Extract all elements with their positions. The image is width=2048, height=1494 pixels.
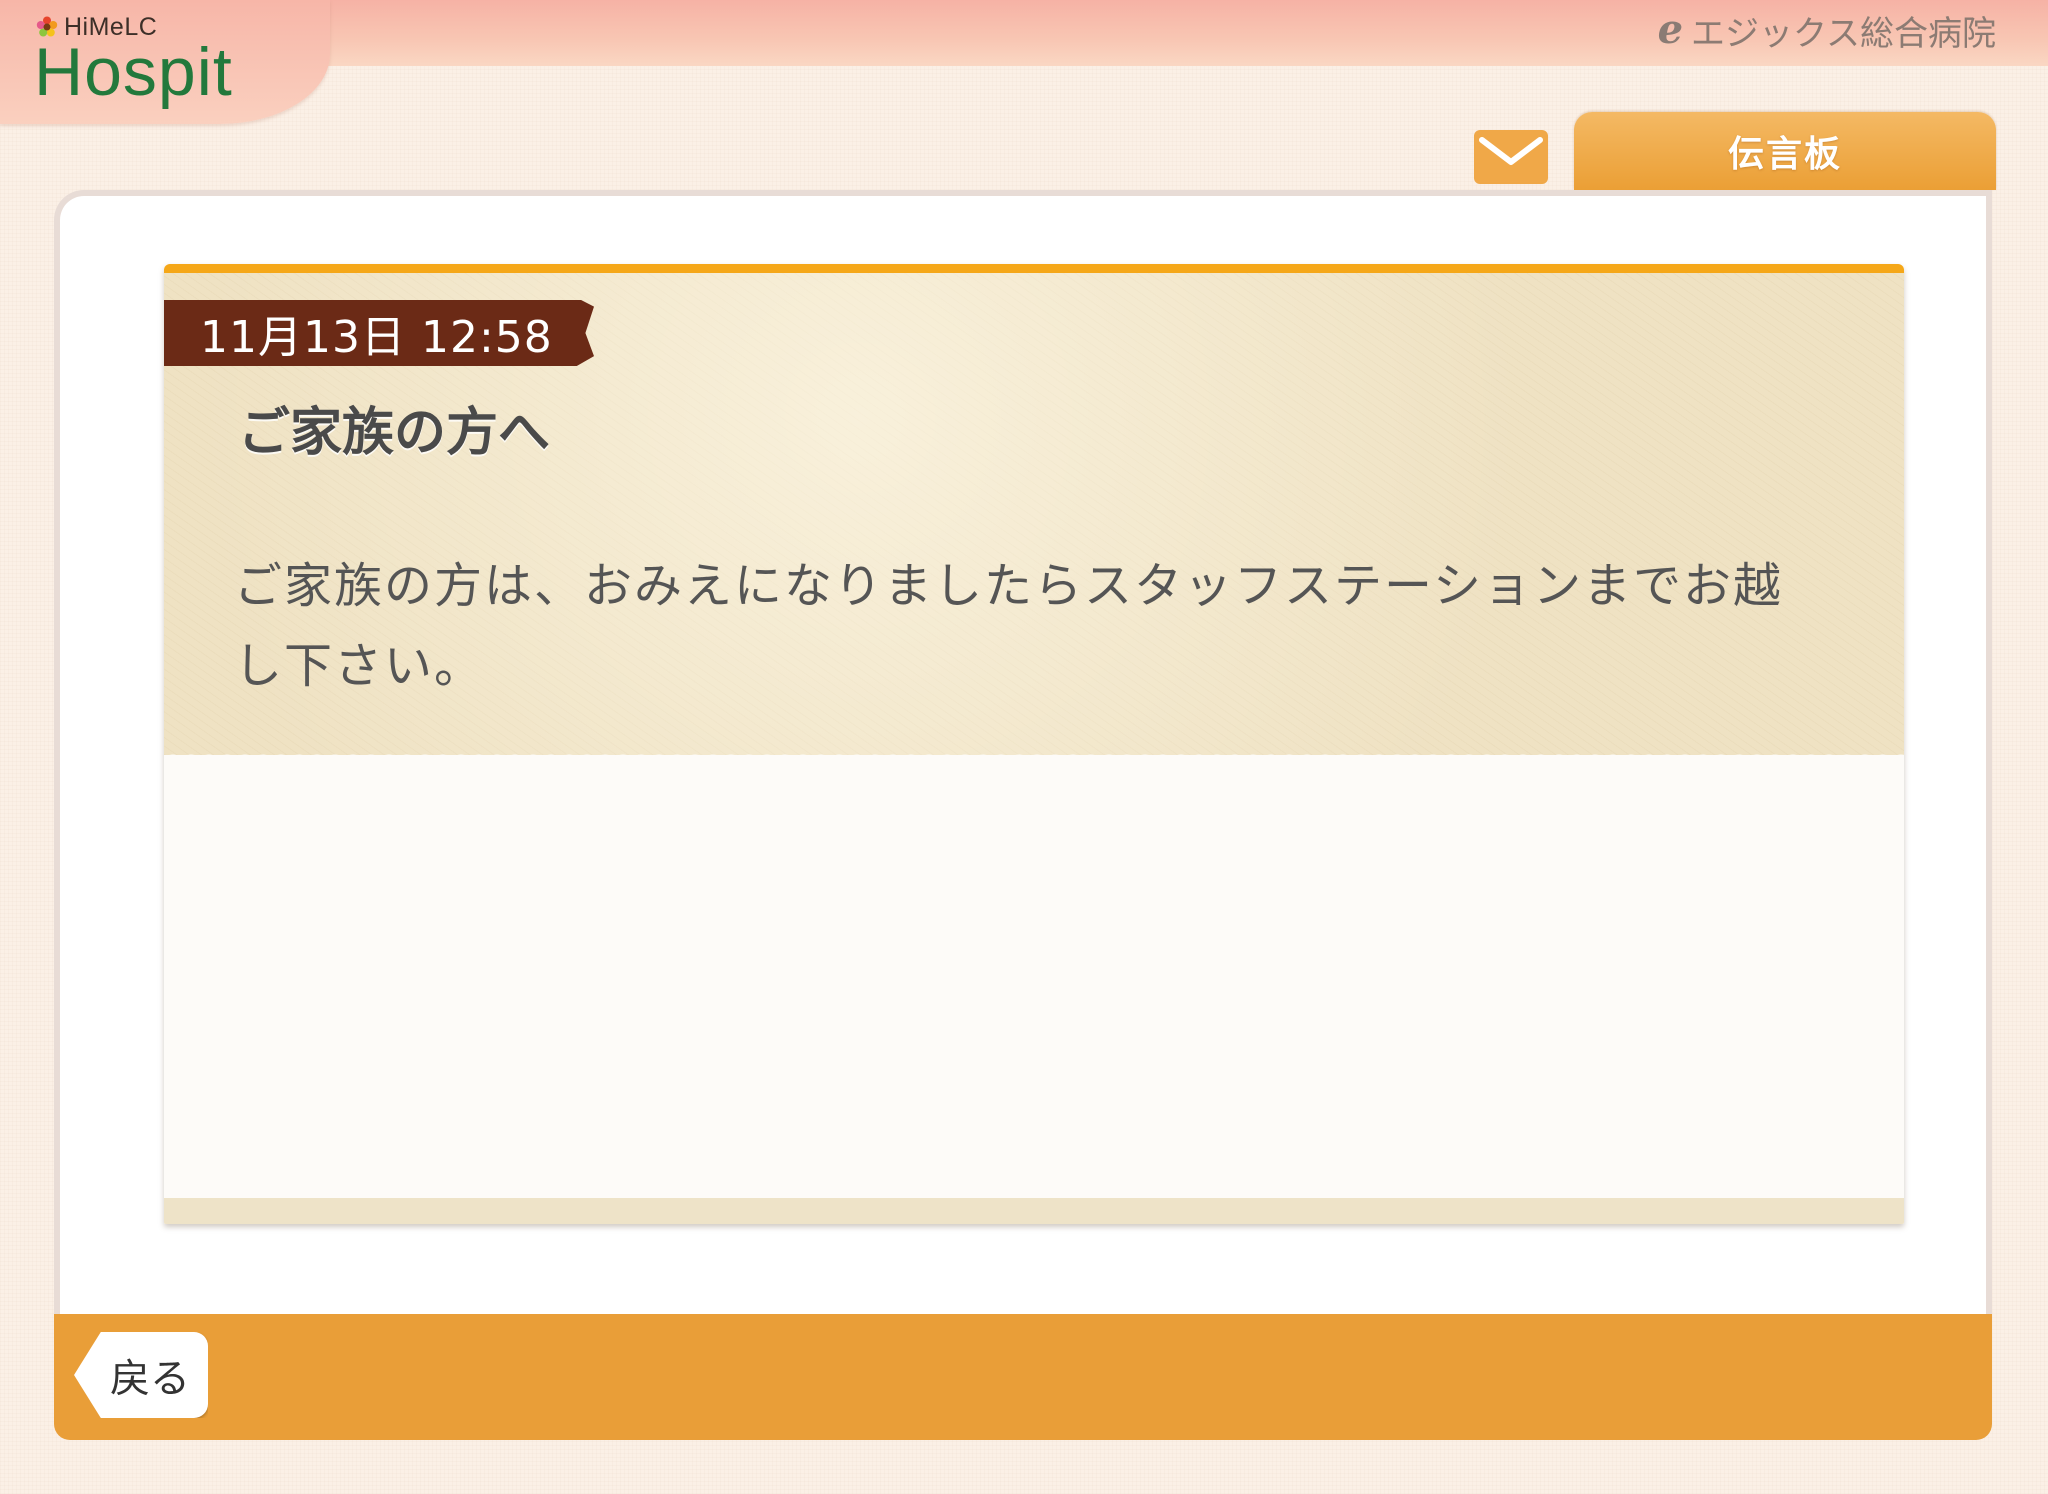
bottom-bar <box>54 1314 1992 1440</box>
hospital-name-label: エジックス総合病院 <box>1691 13 1996 54</box>
e-logo-icon: e <box>1657 6 1684 53</box>
back-button-label: 戻る <box>110 1357 190 1401</box>
card-accent-bar <box>164 264 1904 273</box>
hospital-name: e エジックス総合病院 <box>1657 6 1996 54</box>
mail-icon <box>1474 130 1548 184</box>
tab-message-board[interactable]: 伝言板 <box>1574 112 1996 190</box>
back-button[interactable]: 戻る <box>74 1332 208 1418</box>
product-name: Hospit <box>34 34 233 110</box>
app-logo: HiMeLC Hospit <box>0 0 330 124</box>
card-body <box>164 755 1904 1224</box>
card-footer <box>164 1198 1904 1224</box>
tab-message-board-label: 伝言板 <box>1727 134 1842 175</box>
message-body: ご家族の方は、おみえになりましたらスタッフステーションまでお越し下さい。 <box>234 558 1784 694</box>
date-ribbon: 11月13日 12:58 <box>164 300 594 366</box>
mail-button[interactable] <box>1472 126 1550 188</box>
message-title: ご家族の方へ <box>238 403 551 463</box>
message-datetime: 11月13日 12:58 <box>200 312 553 363</box>
card-divider <box>164 746 1904 764</box>
